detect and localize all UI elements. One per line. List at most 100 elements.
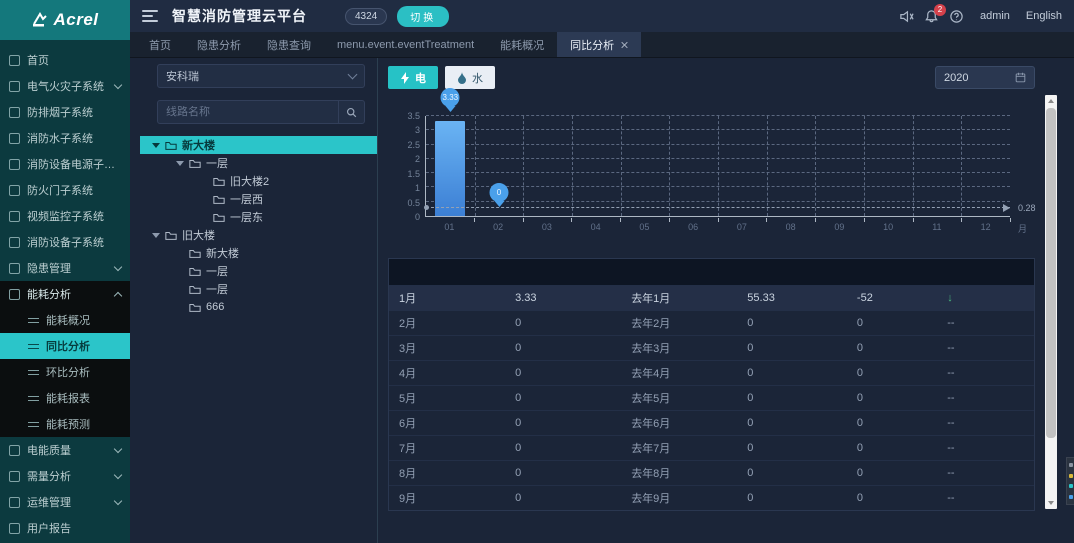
project-select[interactable]: 安科瑞 (157, 64, 365, 88)
tree-node[interactable]: 一层 (140, 262, 377, 280)
tree-node[interactable]: 一层西 (140, 190, 377, 208)
table-row[interactable]: 4月 0 去年4月 0 0 -- (389, 360, 1034, 385)
tree-caret-icon[interactable] (152, 232, 160, 238)
chevron-down-icon (347, 69, 358, 80)
tree-node-label: 旧大楼2 (230, 176, 270, 188)
folder-icon (213, 195, 225, 204)
tab[interactable]: 首页 (136, 32, 184, 57)
chevron-icon (113, 444, 123, 453)
table-row[interactable]: 9月 0 去年9月 0 0 -- (389, 485, 1034, 510)
table-row[interactable]: 6月 0 去年6月 0 0 -- (389, 410, 1034, 435)
sidebar-item[interactable]: 同比分析 (0, 333, 130, 359)
table-header-row (389, 259, 1034, 285)
sidebar-item[interactable]: 防排烟子系统 (0, 99, 130, 125)
help-icon[interactable] (949, 9, 964, 24)
collapse-menu-icon[interactable] (142, 10, 158, 22)
cell-compare-consumption: 0 (747, 317, 754, 329)
tab[interactable]: 同比分析 (557, 32, 642, 57)
sidebar-item[interactable]: 能耗预测 (0, 411, 130, 437)
power-quality-icon (9, 444, 20, 456)
tab-close-icon[interactable] (620, 41, 628, 49)
tree-node-label: 一层东 (230, 212, 263, 224)
sidebar-item[interactable]: 消防水子系统 (0, 125, 130, 151)
tree-node[interactable]: 一层东 (140, 208, 377, 226)
sidebar-item[interactable]: 运维管理 (0, 489, 130, 515)
scroll-down-button[interactable] (1045, 497, 1057, 509)
tab-label: 首页 (149, 39, 171, 52)
search-button[interactable] (338, 101, 364, 123)
device-tree-panel: 安科瑞 新大楼 一层 (140, 64, 377, 543)
sidebar-item-label: 能耗概况 (46, 315, 90, 327)
electrical-fire-icon (9, 80, 20, 92)
tree-node[interactable]: 旧大楼2 (140, 172, 377, 190)
table-row[interactable]: 8月 0 去年8月 0 0 -- (389, 460, 1034, 485)
sidebar-item[interactable]: 能耗分析 (0, 281, 130, 307)
tab[interactable]: menu.event.eventTreatment (324, 32, 487, 57)
x-tick-label: 10 (883, 222, 894, 232)
language-switch[interactable]: English (1026, 10, 1062, 22)
table-row[interactable]: 2月 0 去年2月 0 0 -- (389, 310, 1034, 335)
tab[interactable]: 隐患查询 (254, 32, 324, 57)
tab[interactable]: 能耗概况 (487, 32, 557, 57)
year-picker[interactable]: 2020 (935, 66, 1035, 89)
table-row[interactable]: 7月 0 去年7月 0 0 -- (389, 435, 1034, 460)
sidebar-item[interactable]: 视频监控子系统 (0, 203, 130, 229)
tree-node[interactable]: 旧大楼 (140, 226, 377, 244)
sidebar-item[interactable]: 消防设备子系统 (0, 229, 130, 255)
username[interactable]: admin (980, 10, 1010, 22)
table-row[interactable]: 1月 3.33 去年1月 55.33 -52 ↓ (389, 285, 1034, 310)
sidebar-item[interactable]: 防火门子系统 (0, 177, 130, 203)
scrollbar-thumb[interactable] (1046, 108, 1056, 438)
line-search-input[interactable] (166, 106, 356, 118)
sidebar-item-label: 同比分析 (46, 341, 90, 353)
cell-period: 1月 (399, 293, 417, 305)
folder-icon (189, 249, 201, 258)
tree-node[interactable]: 一层 (140, 280, 377, 298)
floating-widget[interactable] (1066, 457, 1074, 505)
folder-icon (165, 141, 177, 150)
sidebar-item[interactable]: 隐患管理 (0, 255, 130, 281)
sidebar-item-label: 能耗分析 (27, 289, 71, 301)
water-drop-icon (458, 71, 466, 84)
bar[interactable] (435, 120, 466, 216)
x-tick-label: 08 (785, 222, 796, 232)
x-tick-label: 03 (541, 222, 552, 232)
sidebar-item[interactable]: 电能质量 (0, 437, 130, 463)
cell-compare-consumption: 0 (747, 492, 754, 504)
sidebar-item[interactable]: 能耗概况 (0, 307, 130, 333)
sidebar-item[interactable]: 用户报告 (0, 515, 130, 541)
sidebar-item[interactable]: 首页 (0, 47, 130, 73)
table-row[interactable]: 5月 0 去年5月 0 0 -- (389, 385, 1034, 410)
chart-plot-area: 0.28 3.33 0 (424, 87, 1036, 217)
tab-label: 能耗概况 (500, 39, 545, 52)
sidebar-item-label: 运维管理 (27, 497, 71, 509)
search-icon (346, 107, 357, 117)
sidebar-item[interactable]: 消防设备电源子系统 (0, 151, 130, 177)
tree-node[interactable]: 666 (140, 298, 377, 316)
sidebar-item[interactable]: 环比分析 (0, 359, 130, 385)
scroll-up-button[interactable] (1045, 95, 1057, 107)
cell-trend: -- (947, 442, 955, 454)
cell-compare-consumption: 0 (747, 392, 754, 404)
notification-bell-icon[interactable]: 2 (924, 3, 946, 24)
water-toggle-button[interactable]: 水 (445, 66, 495, 89)
page-title: 智慧消防管理云平台 (172, 8, 307, 24)
tree-caret-icon[interactable] (152, 142, 160, 148)
vertical-scrollbar[interactable] (1045, 95, 1057, 509)
sidebar-menu: 首页 电气火灾子系统 防排烟子系统 消防水子系统 消防设备电源子系统 防火门子系… (0, 40, 130, 541)
tree-node[interactable]: 新大楼 (140, 136, 377, 154)
sidebar-item[interactable]: 电气火灾子系统 (0, 73, 130, 99)
sidebar-item[interactable]: 需量分析 (0, 463, 130, 489)
mute-icon[interactable] (899, 9, 914, 24)
sidebar-item[interactable]: 能耗报表 (0, 385, 130, 411)
cell-trend: -- (947, 317, 955, 329)
tree-caret-icon[interactable] (176, 160, 184, 166)
tree-node[interactable]: 新大楼 (140, 244, 377, 262)
table-row[interactable]: 3月 0 去年3月 0 0 -- (389, 335, 1034, 360)
tab[interactable]: 隐患分析 (184, 32, 254, 57)
switch-button[interactable]: 切换 (397, 5, 450, 27)
tree-node[interactable]: 一层 (140, 154, 377, 172)
folder-icon (189, 267, 201, 276)
count-badge: 4324 (345, 7, 388, 25)
electric-toggle-button[interactable]: 电 (388, 66, 438, 89)
